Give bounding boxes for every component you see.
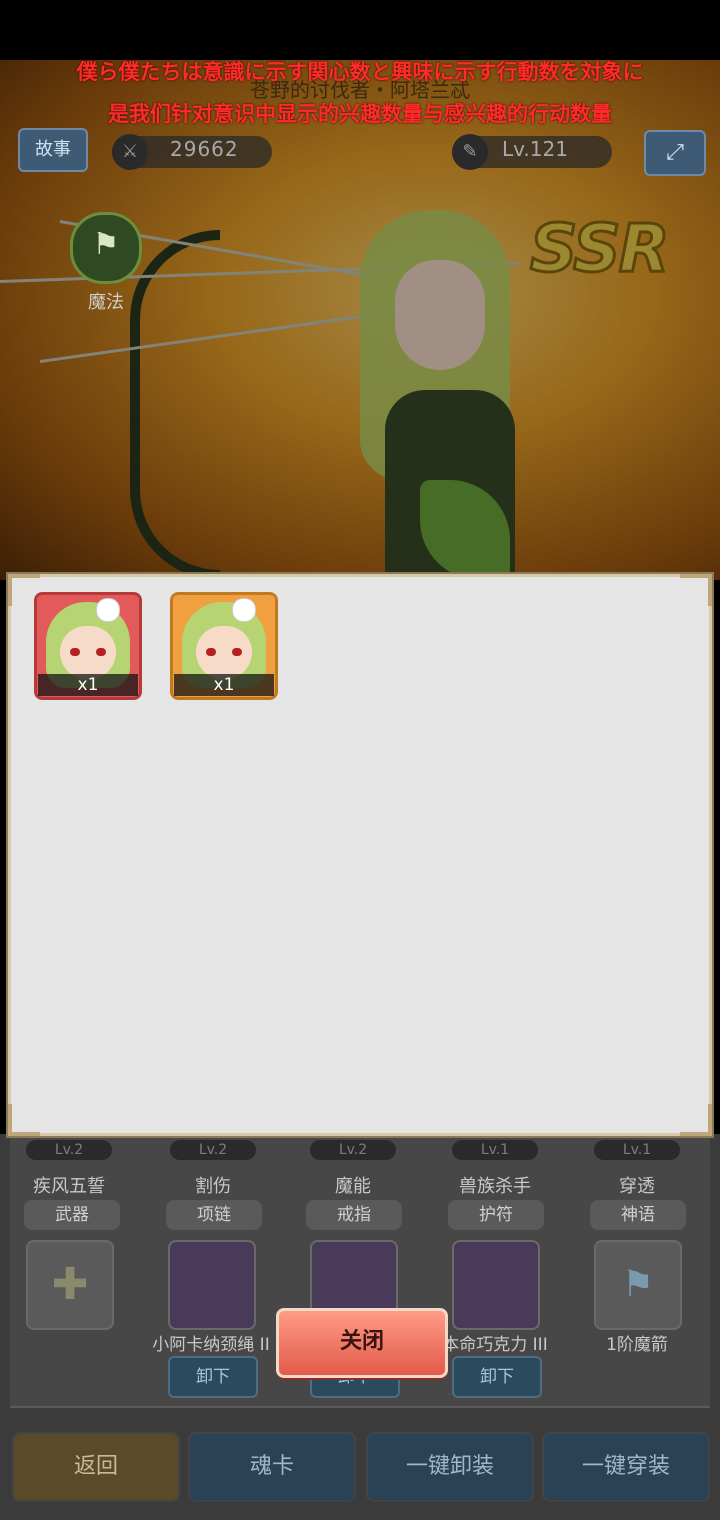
- fullscreen-icon[interactable]: ⤢: [644, 130, 706, 176]
- slot-item-name: 小阿卡纳颈绳 II: [152, 1335, 270, 1355]
- level-value: Lv.121: [502, 137, 568, 161]
- slot-skill-name: 疾风五誓: [33, 1176, 105, 1197]
- add-equipment-icon[interactable]: ✚: [26, 1240, 114, 1330]
- card-count: x1: [38, 674, 138, 696]
- slot-level: Lv.2: [310, 1140, 396, 1160]
- slot-item-name: 1阶魔箭: [606, 1335, 668, 1355]
- unequip-button[interactable]: 卸下: [168, 1356, 258, 1398]
- equip-all-button[interactable]: 一键穿装: [542, 1432, 710, 1502]
- subtitle-line-2: 是我们针对意识中显示的兴趣数量与感兴趣的行动数量: [108, 102, 612, 126]
- subtitle-line-1: 僕ら僕たちは意識に示す関心数と興味に示す行動数を対象に: [76, 60, 644, 84]
- slot-type-necklace: 项链: [166, 1200, 262, 1230]
- back-button[interactable]: 返回: [12, 1432, 180, 1502]
- slot-skill-name: 割伤: [195, 1176, 231, 1197]
- slot-skill-name: 穿透: [619, 1176, 655, 1197]
- portrait-eye: [70, 648, 80, 656]
- unequip-all-button[interactable]: 一键卸装: [366, 1432, 534, 1502]
- slot-level: Lv.1: [452, 1140, 538, 1160]
- frame-corner: [680, 1104, 712, 1136]
- story-button[interactable]: 故事: [18, 128, 88, 172]
- card-count: x1: [174, 674, 274, 696]
- magic-arrow-icon[interactable]: ⚑: [594, 1240, 682, 1330]
- flower-icon: [96, 598, 120, 622]
- portrait-eye: [232, 648, 242, 656]
- slot-type-amulet: 护符: [448, 1200, 544, 1230]
- feather-icon: ✎: [452, 134, 488, 170]
- magic-skill-icon[interactable]: ⚑: [70, 212, 142, 284]
- status-bar: [0, 0, 720, 60]
- slot-type-divine-word: 神语: [590, 1200, 686, 1230]
- hero-card-red[interactable]: x1: [34, 592, 142, 700]
- portrait-eye: [96, 648, 106, 656]
- slot-level: Lv.1: [594, 1140, 680, 1160]
- power-value: 29662: [170, 137, 239, 161]
- scene-dim-overlay: [0, 60, 720, 580]
- slot-level: Lv.2: [170, 1140, 256, 1160]
- slot-skill-name: 魔能: [335, 1176, 371, 1197]
- frame-corner: [680, 574, 712, 606]
- portrait-face: [196, 626, 252, 680]
- slot-level: Lv.2: [26, 1140, 112, 1160]
- crossed-swords-icon: ⚔: [112, 134, 148, 170]
- close-button[interactable]: 关闭: [276, 1308, 448, 1378]
- slot-type-weapon: 武器: [24, 1200, 120, 1230]
- heart-item-icon[interactable]: [452, 1240, 540, 1330]
- slot-type-ring: 戒指: [306, 1200, 402, 1230]
- soul-card-button[interactable]: 魂卡: [188, 1432, 356, 1502]
- frame-corner: [8, 1104, 40, 1136]
- hero-artwork: SSR: [0, 60, 720, 580]
- flower-icon: [232, 598, 256, 622]
- unequip-button[interactable]: 卸下: [452, 1356, 542, 1398]
- portrait-eye: [206, 648, 216, 656]
- slot-skill-name: 兽族杀手: [459, 1176, 531, 1197]
- magic-skill-label: 魔法: [88, 292, 124, 313]
- necklace-item-icon[interactable]: [168, 1240, 256, 1330]
- hero-card-orange[interactable]: x1: [170, 592, 278, 700]
- portrait-face: [60, 626, 116, 680]
